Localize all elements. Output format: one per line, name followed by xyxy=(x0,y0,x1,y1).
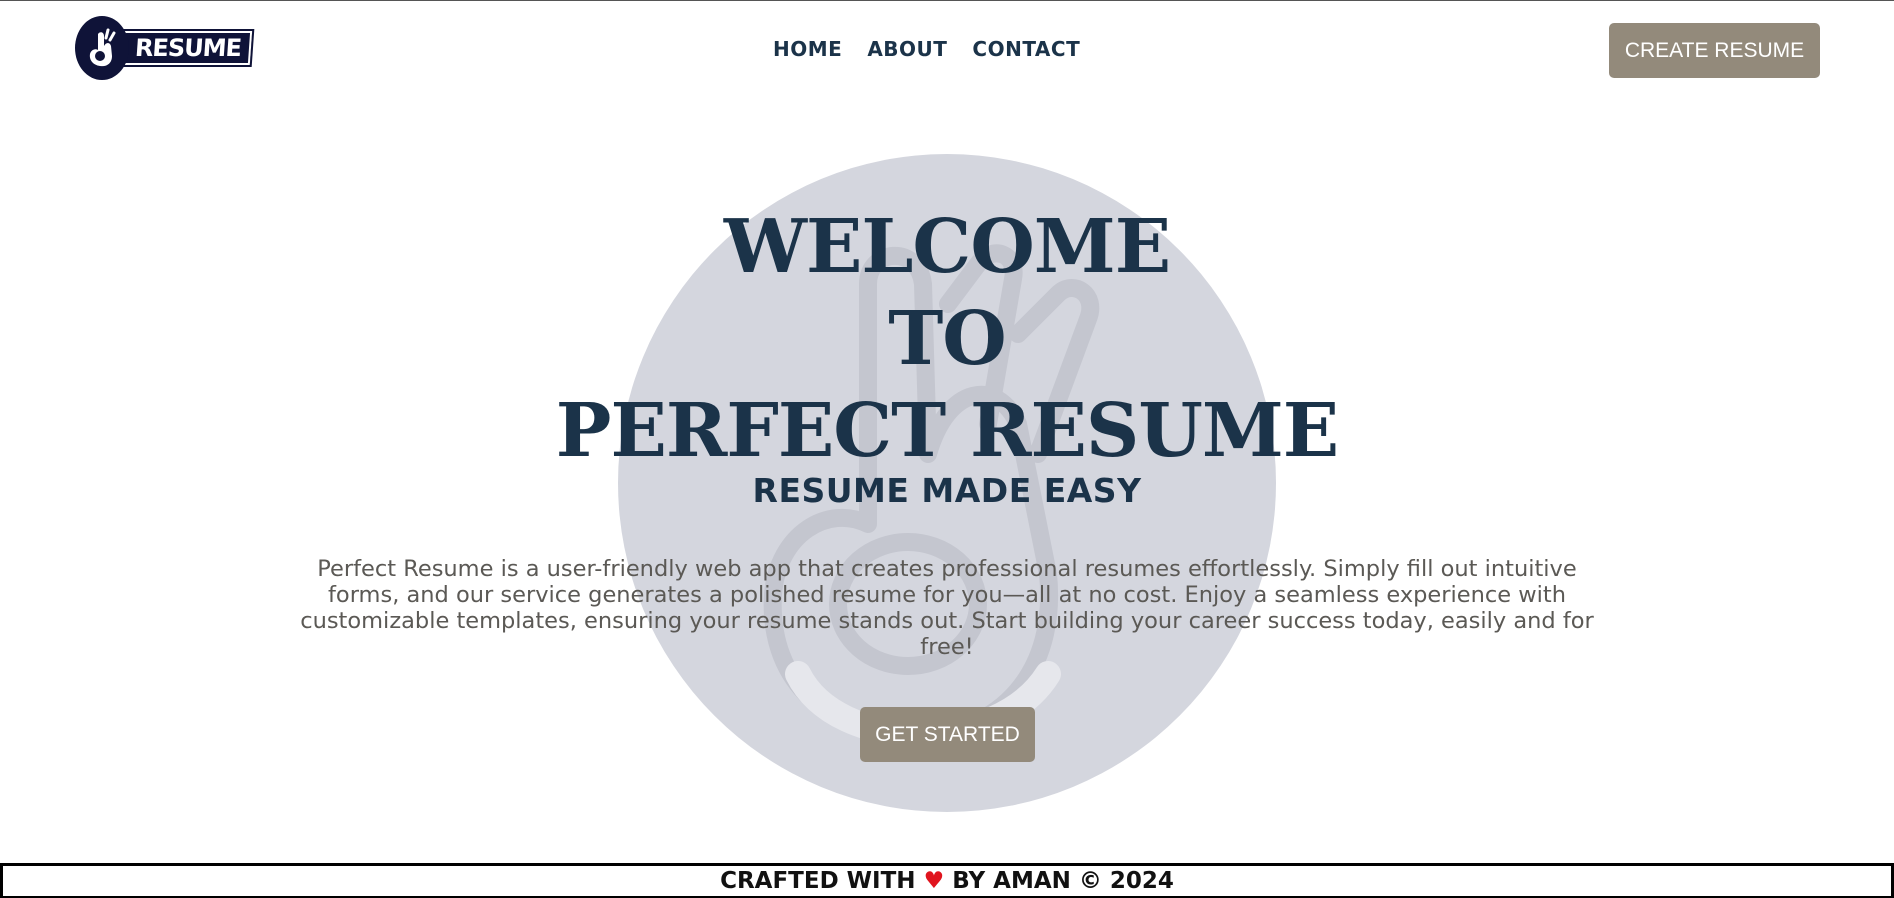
footer-text-before: CRAFTED WITH xyxy=(720,868,916,894)
nav-home-link[interactable]: HOME xyxy=(773,37,842,61)
main-nav: HOME ABOUT CONTACT xyxy=(773,37,1080,61)
site-header: RESUME HOME ABOUT CONTACT CREATE RESUME xyxy=(0,1,1894,97)
hero-subtitle: RESUME MADE EASY xyxy=(752,471,1142,510)
create-resume-button[interactable]: CREATE RESUME xyxy=(1609,23,1820,78)
site-footer: CRAFTED WITH ♥ BY AMAN © 2024 xyxy=(0,863,1894,898)
brand-logo[interactable]: RESUME xyxy=(75,15,255,81)
get-started-button[interactable]: GET STARTED xyxy=(860,707,1035,762)
hero-title-line-3: PERFECT RESUME xyxy=(555,388,1339,474)
hero-description: Perfect Resume is a user-friendly web ap… xyxy=(300,556,1594,660)
hero-title-line-2: TO xyxy=(888,296,1007,382)
ok-hand-icon xyxy=(75,16,130,80)
footer-text-after: BY AMAN © 2024 xyxy=(952,868,1174,894)
nav-about-link[interactable]: ABOUT xyxy=(867,37,947,61)
heart-icon: ♥ xyxy=(923,868,945,894)
hero-title: WELCOME TO PERFECT RESUME xyxy=(0,201,1894,477)
hero-title-line-1: WELCOME xyxy=(723,204,1171,290)
nav-contact-link[interactable]: CONTACT xyxy=(972,37,1080,61)
logo-wordmark: RESUME xyxy=(119,29,255,67)
